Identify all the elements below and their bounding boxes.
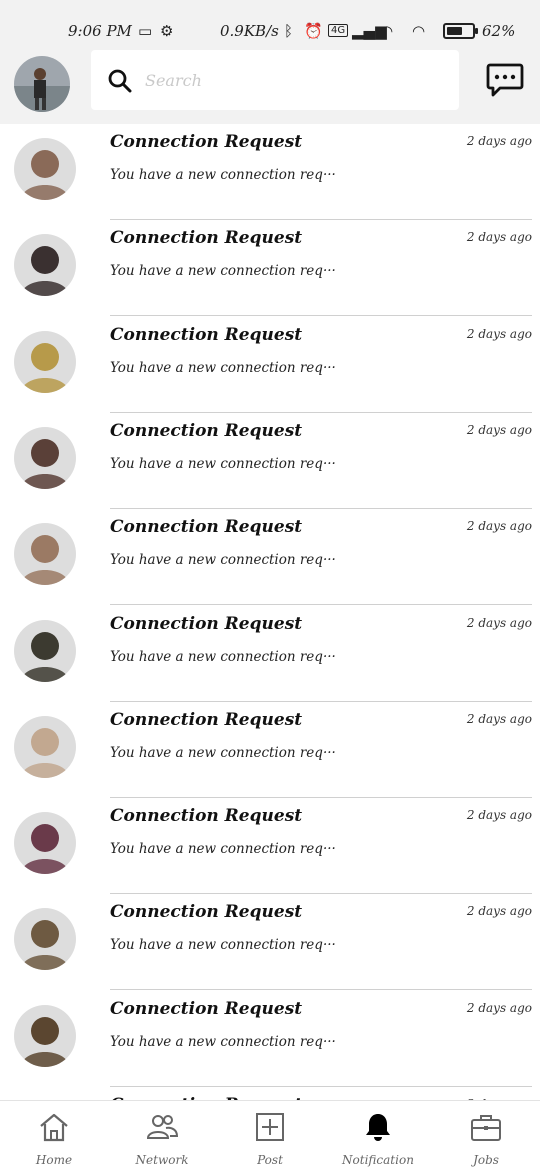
chat-bubble-icon[interactable] <box>486 62 524 98</box>
notification-item[interactable]: Connection Request You have a new connect… <box>0 798 540 895</box>
notification-message: You have a new connection req··· <box>110 937 336 954</box>
avatar[interactable] <box>14 1004 76 1067</box>
notification-title: Connection Request <box>110 613 303 634</box>
battery-percent: 62% <box>482 22 516 40</box>
home-icon <box>40 1113 68 1142</box>
notification-item[interactable]: Connection Request You have a new connect… <box>0 702 540 798</box>
notification-time: 2 days ago <box>466 326 532 341</box>
bell-icon <box>366 1114 390 1141</box>
avatar[interactable] <box>14 908 76 971</box>
search-input[interactable] <box>145 64 445 96</box>
notification-message: You have a new connection req··· <box>110 744 336 761</box>
notification-item[interactable]: Connection RequestYou have a new connect… <box>0 1087 540 1100</box>
notification-title: Connection Request <box>110 902 303 923</box>
search-bar[interactable] <box>91 50 459 110</box>
notification-time: 2 days ago <box>466 615 532 630</box>
notification-title: Connection Request <box>110 228 303 249</box>
notification-time: 2 days ago <box>466 422 532 437</box>
network-speed: 0.9KB/s <box>220 22 279 40</box>
notification-time: 2 days ago <box>466 134 532 148</box>
face-shape <box>31 150 59 178</box>
notification-item[interactable]: Connection Request You have a new connect… <box>0 124 540 220</box>
notification-time: 2 days ago <box>466 1000 532 1015</box>
face-shape <box>31 246 59 275</box>
avatar[interactable] <box>14 234 76 297</box>
add-post-icon <box>256 1113 284 1141</box>
nav-jobs-label: Jobs <box>473 1153 499 1167</box>
notification-item[interactable]: Connection Request You have a new connect… <box>0 413 540 509</box>
face-shape <box>31 920 59 949</box>
notification-title: Connection Request <box>110 517 303 538</box>
notification-title: Connection Request <box>110 806 303 827</box>
wifi-calling-icon: ◠ <box>380 22 394 40</box>
notification-title: Connection Request <box>110 998 303 1019</box>
avatar[interactable] <box>14 812 76 875</box>
notification-message: You have a new connection req··· <box>110 455 336 472</box>
notification-message: You have a new connection req··· <box>110 648 336 665</box>
notification-message: You have a new connection req··· <box>110 359 336 376</box>
notification-item[interactable]: Connection Request You have a new connect… <box>0 991 540 1087</box>
notification-message: You have a new connection req··· <box>110 552 336 569</box>
app-header <box>0 44 540 124</box>
face-shape <box>31 535 59 564</box>
network-people-icon <box>146 1115 178 1139</box>
notification-title: Connection Request <box>110 132 303 152</box>
wifi-icon: ◠ <box>412 22 426 40</box>
alarm-icon: ⏰ <box>304 22 323 40</box>
status-time: 9:06 PM <box>68 22 132 40</box>
bottom-navigation: Home Network Post Notification Jobs <box>0 1100 540 1170</box>
avatar[interactable] <box>14 523 76 586</box>
nav-network[interactable]: Network <box>108 1101 216 1170</box>
notification-item[interactable]: Connection Request You have a new connect… <box>0 606 540 702</box>
battery-icon <box>443 23 478 39</box>
avatar[interactable] <box>14 619 76 682</box>
notification-time: 2 days ago <box>466 519 532 534</box>
nav-notification-label: Notification <box>342 1153 414 1167</box>
settings-gear-icon: ⚙ <box>160 22 174 40</box>
face-shape <box>31 438 59 467</box>
notification-item[interactable]: Connection Request You have a new connect… <box>0 509 540 606</box>
notification-message: You have a new connection req··· <box>110 1033 336 1050</box>
notification-time: 2 days ago <box>466 904 532 919</box>
notification-message: You have a new connection req··· <box>110 167 336 183</box>
avatar[interactable] <box>14 330 76 393</box>
nav-network-label: Network <box>135 1153 189 1167</box>
sim-icon: ▭ <box>138 22 153 40</box>
face-shape <box>31 631 59 660</box>
notification-title: Connection Request <box>110 420 303 441</box>
bluetooth-icon: ᛒ <box>284 22 294 40</box>
notification-time: 2 days ago <box>466 711 532 726</box>
notification-message: You have a new connection req··· <box>110 263 336 280</box>
profile-avatar[interactable] <box>14 56 70 112</box>
notification-time: 2 days ago <box>466 808 532 823</box>
face-shape <box>31 727 59 756</box>
nav-home-label: Home <box>35 1153 73 1167</box>
battery-fill <box>447 27 462 35</box>
nav-post-label: Post <box>257 1153 283 1167</box>
notification-list[interactable]: Connection Request You have a new connect… <box>0 124 540 1100</box>
nav-home[interactable]: Home <box>0 1101 108 1170</box>
face-shape <box>31 1016 59 1045</box>
search-icon <box>108 69 132 93</box>
notification-message: You have a new connection req··· <box>110 841 336 858</box>
notification-time: 2 days ago <box>466 230 532 245</box>
face-shape <box>31 824 59 853</box>
avatar[interactable] <box>14 426 76 489</box>
nav-post[interactable]: Post <box>216 1101 324 1170</box>
status-bar: 9:06 PM ▭ ⚙ 0.9KB/s ᛒ ⏰ 4G ▂▄▆ ◠ ◠ 62% <box>0 0 540 44</box>
briefcase-icon <box>471 1115 501 1141</box>
avatar[interactable] <box>14 715 76 778</box>
notification-item[interactable]: Connection Request You have a new connect… <box>0 894 540 991</box>
notification-title: Connection Request <box>110 324 303 345</box>
face-shape <box>31 342 59 371</box>
volte-icon: 4G <box>328 24 349 37</box>
notification-title: Connection Request <box>110 709 303 730</box>
notification-item[interactable]: Connection Request You have a new connect… <box>0 317 540 413</box>
notification-item[interactable]: Connection Request You have a new connect… <box>0 220 540 317</box>
nav-notification[interactable]: Notification <box>324 1101 432 1170</box>
nav-jobs[interactable]: Jobs <box>432 1101 540 1170</box>
avatar[interactable] <box>14 138 76 200</box>
